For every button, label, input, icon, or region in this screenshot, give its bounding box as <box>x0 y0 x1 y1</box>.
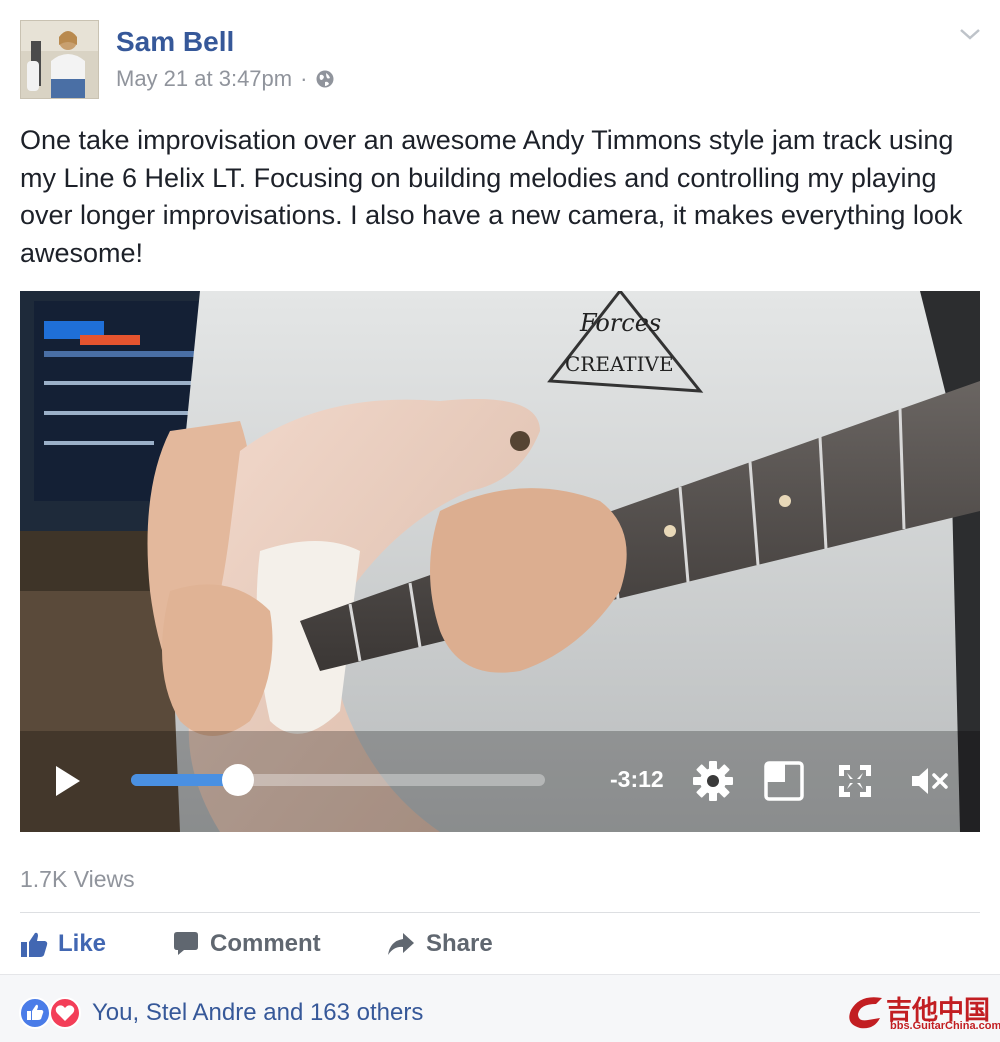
meta-separator: · <box>300 66 308 91</box>
view-count[interactable]: 1.7K Views <box>20 866 135 893</box>
play-icon[interactable] <box>53 764 83 798</box>
like-button[interactable]: Like <box>20 922 106 966</box>
share-label: Share <box>426 930 493 957</box>
thumbs-up-icon <box>21 932 48 957</box>
video-controls: -3:12 <box>20 291 980 832</box>
video-player[interactable]: Forces CREATIVE -3:12 <box>20 291 980 832</box>
fullscreen-icon[interactable] <box>837 763 873 799</box>
avatar[interactable] <box>20 20 99 99</box>
time-remaining: -3:12 <box>610 766 664 792</box>
post-meta: May 21 at 3:47pm · <box>116 66 335 92</box>
author-name[interactable]: Sam Bell <box>116 26 234 58</box>
gear-icon[interactable] <box>691 759 735 803</box>
comment-icon <box>174 932 198 955</box>
divider <box>20 912 980 913</box>
like-reaction-icon <box>19 997 51 1029</box>
reactions-summary[interactable]: You, Stel Andre and 163 others <box>92 999 423 1027</box>
action-bar: Like Comment Share <box>20 922 980 966</box>
comment-button[interactable]: Comment <box>172 922 321 966</box>
reaction-icons[interactable] <box>19 997 85 1029</box>
watermark-url: bbs.GuitarChina.com <box>890 1020 1000 1032</box>
comment-label: Comment <box>210 930 321 957</box>
love-reaction-icon <box>49 997 81 1029</box>
post-text: One take improvisation over an awesome A… <box>20 125 963 268</box>
share-button[interactable]: Share <box>386 922 493 966</box>
share-icon <box>388 933 414 955</box>
like-label: Like <box>58 930 107 957</box>
progress-handle[interactable] <box>222 764 254 796</box>
globe-icon[interactable] <box>315 69 335 89</box>
watermark-logo <box>849 997 882 1029</box>
picture-in-picture-icon[interactable] <box>764 761 804 801</box>
chevron-down-icon[interactable] <box>958 24 982 44</box>
muted-speaker-icon[interactable] <box>910 766 950 796</box>
post-timestamp[interactable]: May 21 at 3:47pm <box>116 66 292 92</box>
feed-post: Sam Bell May 21 at 3:47pm · One take imp… <box>0 0 1000 1042</box>
